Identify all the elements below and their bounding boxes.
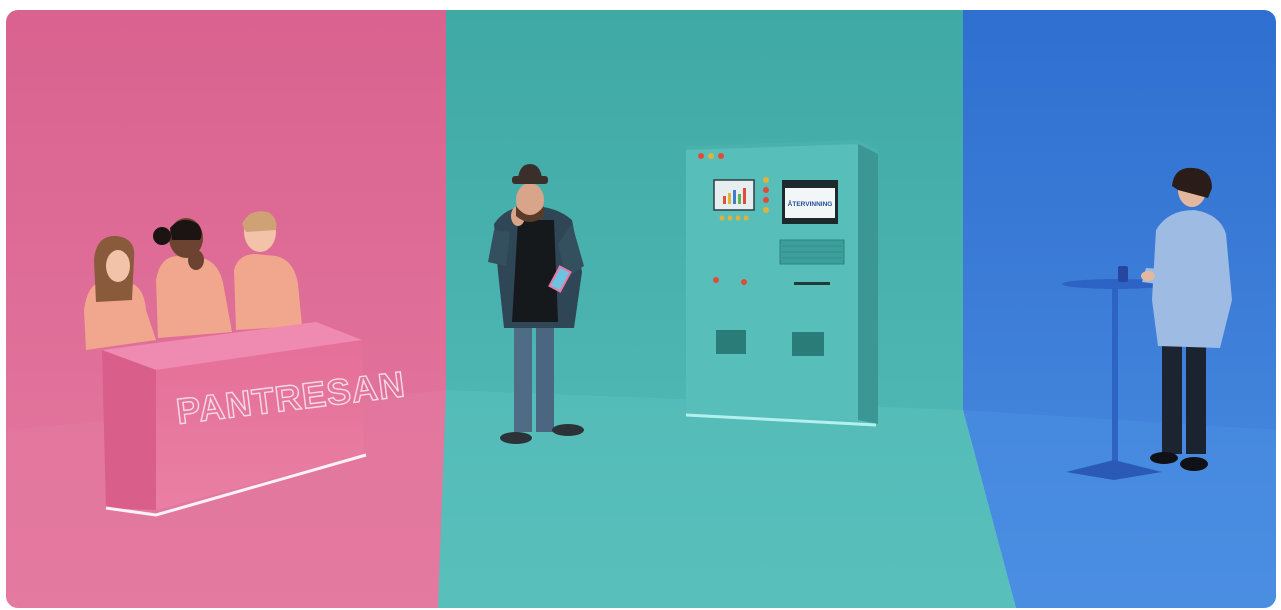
bottle-opening-left xyxy=(716,330,746,354)
machine-side xyxy=(858,144,878,424)
mini-bar-icon xyxy=(723,196,726,204)
mini-bar-icon xyxy=(733,190,736,204)
cup xyxy=(1118,266,1128,282)
button-red xyxy=(698,153,704,159)
studio-scene: PANTRESAN ÅTERVINNING xyxy=(6,10,1276,608)
button-red xyxy=(763,187,769,193)
button-red xyxy=(741,279,747,285)
video-frame: PANTRESAN ÅTERVINNING xyxy=(6,10,1276,608)
button-red xyxy=(763,197,769,203)
bottle-opening-right xyxy=(792,332,824,356)
mini-bar-icon xyxy=(743,188,746,204)
button-yellow xyxy=(719,215,725,221)
podium-side xyxy=(102,350,156,510)
button-yellow xyxy=(763,177,769,183)
button-yellow xyxy=(763,207,769,213)
screen-label: ÅTERVINNING xyxy=(788,199,833,208)
button-red xyxy=(718,153,724,159)
mini-bar-icon xyxy=(738,194,741,204)
button-yellow xyxy=(735,215,741,221)
recycling-machine: ÅTERVINNING xyxy=(685,140,878,427)
blue-floor xyxy=(963,410,1276,608)
button-yellow xyxy=(727,215,733,221)
mini-bar-icon xyxy=(728,193,731,204)
button-yellow xyxy=(743,215,749,221)
coin-slot xyxy=(794,282,830,285)
button-yellow xyxy=(708,153,714,159)
button-red xyxy=(713,277,719,283)
